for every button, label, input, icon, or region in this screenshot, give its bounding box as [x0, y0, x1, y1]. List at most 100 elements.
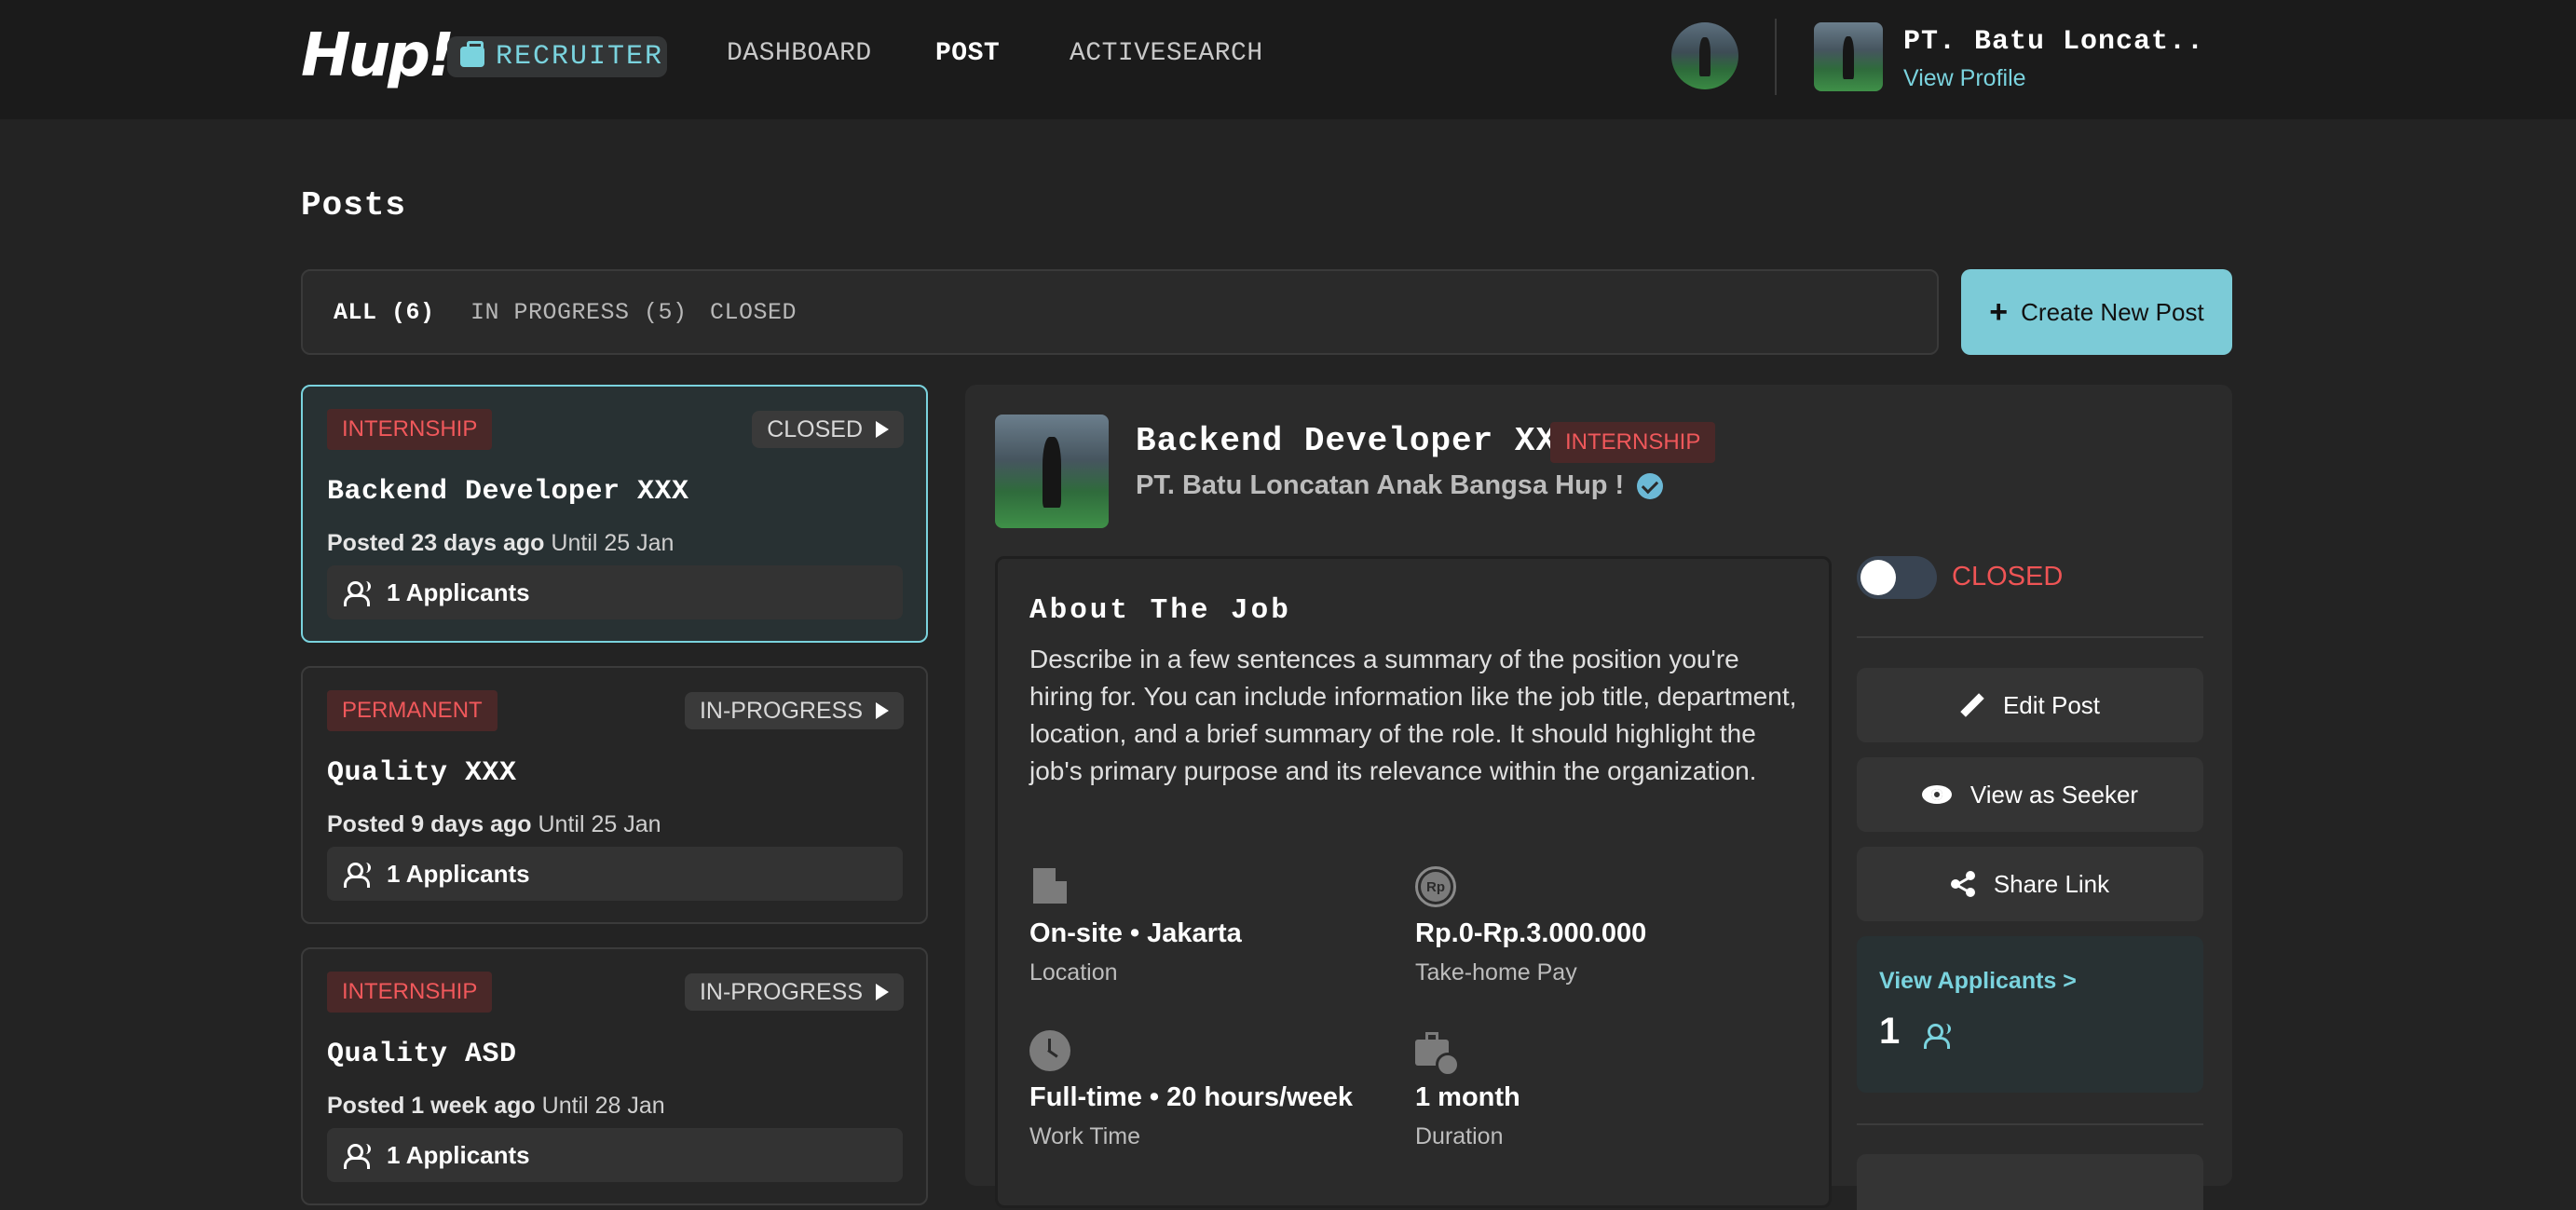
nav-activesearch[interactable]: ACTIVESEARCH [1070, 39, 1263, 68]
post-status-label: IN-PROGRESS [699, 697, 863, 724]
post-status-badge: IN-PROGRESS [684, 692, 904, 729]
detail-title: Backend Developer XXX [1136, 422, 1578, 460]
post-title: Backend Developer XXX [327, 476, 689, 508]
company-name: PT. Batu Loncat.. [1903, 26, 2205, 58]
plus-icon: + [1989, 294, 2009, 330]
people-icon [1924, 1024, 1956, 1049]
worktime-label: Work Time [1029, 1123, 1140, 1149]
job-type-badge: INTERNSHIP [327, 409, 493, 450]
location-value: On-site • Jakarta [1029, 918, 1242, 948]
building-icon [1029, 866, 1070, 907]
post-until: Until 25 Jan [538, 811, 661, 837]
post-until: Until 25 Jan [551, 530, 675, 556]
post-status-label: IN-PROGRESS [699, 978, 863, 1005]
verified-icon [1637, 472, 1664, 499]
post-title: Quality ASD [327, 1039, 517, 1070]
post-status-toggle[interactable] [1857, 556, 1937, 599]
create-new-post-label: Create New Post [2021, 297, 2204, 326]
play-icon [876, 702, 889, 719]
eye-icon [1921, 785, 1952, 804]
share-link-button[interactable]: Share Link [1857, 847, 2203, 921]
nav-dashboard[interactable]: DASHBOARD [727, 39, 872, 68]
people-icon [344, 1144, 375, 1169]
edit-post-button[interactable]: Edit Post [1857, 668, 2203, 742]
post-status-label: CLOSED [767, 415, 863, 442]
posted-ago: Posted 1 week ago [327, 1093, 536, 1119]
worktime-value: Full-time • 20 hours/week [1029, 1082, 1353, 1112]
applicants-label: 1 Applicants [387, 578, 530, 606]
post-until: Until 28 Jan [541, 1093, 665, 1119]
company-avatar[interactable] [1814, 22, 1883, 91]
post-filter-bar: ALL (6) IN PROGRESS (5) CLOSED [301, 269, 1939, 355]
about-job-card: About The Job Describe in a few sentence… [995, 556, 1832, 1208]
user-avatar[interactable] [1671, 22, 1738, 89]
posted-ago: Posted 9 days ago [327, 811, 532, 837]
tab-in-progress[interactable]: IN PROGRESS (5) [470, 299, 688, 326]
post-card[interactable]: INTERNSHIP IN-PROGRESS Quality ASD Poste… [301, 947, 928, 1205]
pay-label: Take-home Pay [1415, 959, 1577, 986]
play-icon [876, 984, 889, 1000]
top-navbar: Hup! RECRUITER DASHBOARD POST ACTIVESEAR… [0, 0, 2576, 119]
view-as-seeker-label: View as Seeker [1969, 780, 2139, 809]
edit-post-label: Edit Post [2002, 690, 2101, 719]
hup-logo[interactable]: Hup! [301, 22, 455, 89]
tab-closed[interactable]: CLOSED [710, 299, 797, 326]
people-icon [344, 581, 375, 606]
people-icon [344, 863, 375, 888]
post-detail-panel: Backend Developer XXX INTERNSHIP PT. Bat… [965, 385, 2232, 1210]
pay-value: Rp.0-Rp.3.000.000 [1415, 918, 1647, 948]
role-badge-label: RECRUITER [496, 41, 664, 73]
side-panel-bottom-card [1857, 1154, 2203, 1210]
view-profile-link[interactable]: View Profile [1903, 65, 2026, 92]
location-info: On-site • Jakarta Location [1029, 866, 1242, 986]
rupiah-icon-text: Rp [1421, 872, 1451, 902]
applicants-pill: 1 Applicants [327, 847, 903, 901]
view-as-seeker-button[interactable]: View as Seeker [1857, 757, 2203, 832]
worktime-info: Full-time • 20 hours/week Work Time [1029, 1030, 1353, 1149]
navbar-divider [1775, 19, 1777, 95]
nav-post[interactable]: POST [935, 39, 1000, 68]
pay-info: Rp Rp.0-Rp.3.000.000 Take-home Pay [1415, 866, 1646, 986]
rupiah-icon: Rp [1415, 866, 1456, 907]
share-link-label: Share Link [1993, 869, 2110, 898]
duration-label: Duration [1415, 1123, 1504, 1149]
location-label: Location [1029, 959, 1118, 986]
applicants-pill: 1 Applicants [327, 565, 903, 619]
view-applicants-card: View Applicants > 1 [1857, 936, 2203, 1093]
view-applicants-link[interactable]: View Applicants > [1879, 968, 2077, 995]
applicants-label: 1 Applicants [387, 1140, 530, 1169]
applicants-label: 1 Applicants [387, 859, 530, 888]
job-type-badge: PERMANENT [327, 690, 497, 731]
tab-all[interactable]: ALL (6) [334, 299, 435, 326]
side-divider [1857, 1123, 2203, 1125]
post-dates: Posted 1 week ago Until 28 Jan [327, 1093, 665, 1120]
applicants-count: 1 [1879, 1011, 1901, 1052]
post-title: Quality XXX [327, 757, 517, 789]
post-dates: Posted 9 days ago Until 25 Jan [327, 811, 661, 838]
detail-company-name: PT. Batu Loncatan Anak Bangsa Hup ! [1136, 470, 1625, 500]
about-job-title: About The Job [1029, 594, 1291, 627]
post-status-badge: CLOSED [752, 411, 904, 448]
duration-value: 1 month [1415, 1082, 1520, 1112]
post-dates: Posted 23 days ago Until 25 Jan [327, 530, 674, 557]
share-icon [1950, 871, 1975, 897]
detail-company: PT. Batu Loncatan Anak Bangsa Hup ! [1136, 470, 1664, 501]
company-logo [995, 415, 1109, 528]
page-title: Posts [301, 186, 407, 224]
post-status-toggle-label: CLOSED [1952, 562, 2064, 591]
pencil-icon [1960, 693, 1984, 717]
posted-ago: Posted 23 days ago [327, 530, 545, 556]
create-new-post-button[interactable]: + Create New Post [1961, 269, 2232, 355]
post-card[interactable]: INTERNSHIP CLOSED Backend Developer XXX … [301, 385, 928, 643]
post-card[interactable]: PERMANENT IN-PROGRESS Quality XXX Posted… [301, 666, 928, 924]
duration-info: 1 month Duration [1415, 1030, 1520, 1149]
recruiter-role-badge: RECRUITER [447, 36, 667, 77]
detail-job-type-badge: INTERNSHIP [1550, 422, 1716, 463]
clock-icon [1029, 1030, 1070, 1071]
briefcase-icon [460, 41, 484, 67]
post-status-badge: IN-PROGRESS [684, 973, 904, 1011]
about-job-description: Describe in a few sentences a summary of… [1029, 645, 1797, 785]
duration-briefcase-icon [1415, 1030, 1460, 1077]
applicants-pill: 1 Applicants [327, 1128, 903, 1182]
play-icon [876, 421, 889, 438]
